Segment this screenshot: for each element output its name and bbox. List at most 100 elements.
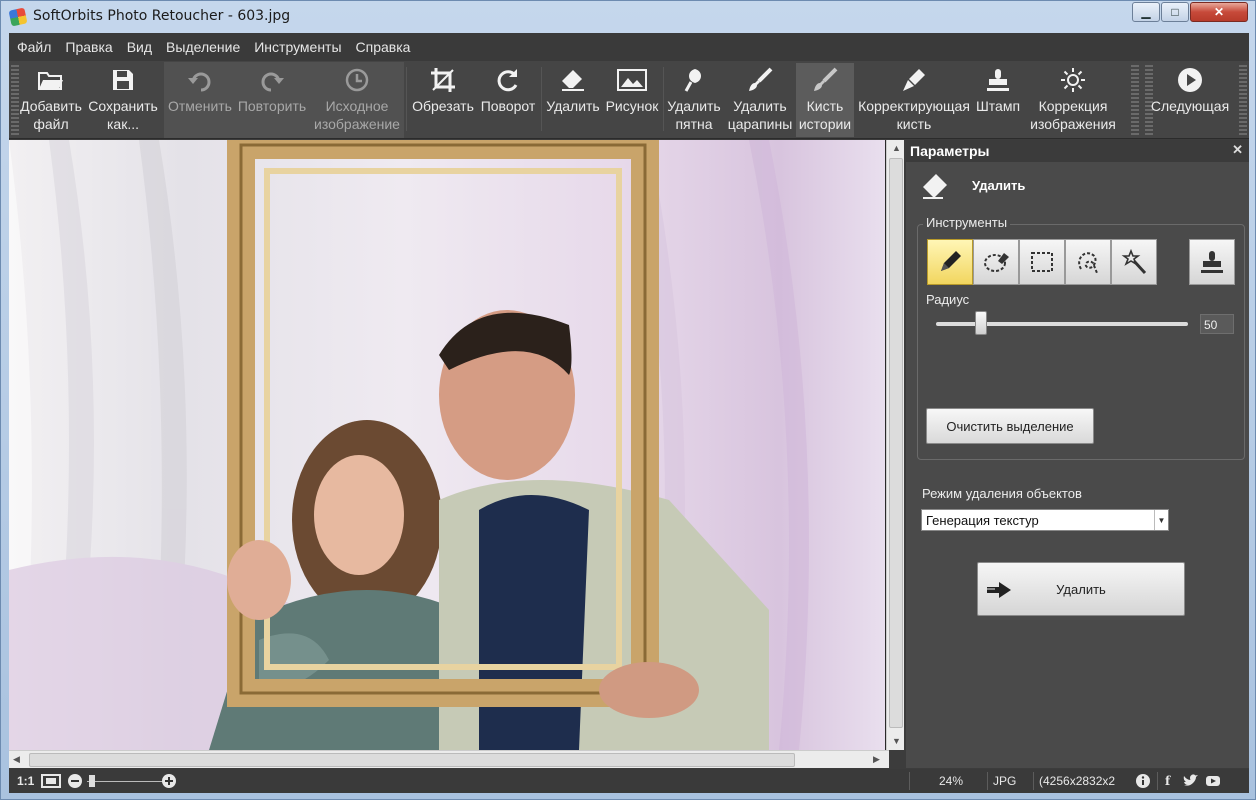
menu-file[interactable]: Файл — [17, 39, 51, 55]
menu-bar: Файл Правка Вид Выделение Инструменты Сп… — [9, 33, 1249, 61]
lasso-icon — [1078, 252, 1098, 274]
radius-slider-track[interactable] — [936, 322, 1188, 326]
scroll-down-icon[interactable]: ▼ — [892, 736, 901, 746]
zoom-level: 24% — [939, 774, 964, 788]
toolbar-grip[interactable] — [1131, 65, 1139, 135]
fit-screen-icon[interactable] — [41, 773, 61, 789]
original-label-1: Исходное — [325, 98, 389, 114]
picture-icon — [617, 63, 647, 97]
correcting-brush-button[interactable]: Корректирующая кисть — [856, 63, 972, 137]
toolbar-separator — [541, 67, 542, 131]
stamp-label: Штамп — [975, 98, 1021, 114]
zoom-in-icon[interactable] — [161, 773, 177, 789]
radius-slider-thumb[interactable] — [975, 311, 988, 335]
rotate-label: Поворот — [480, 98, 536, 114]
close-icon[interactable]: ✕ — [1232, 142, 1243, 158]
minimize-button[interactable]: ▁ — [1132, 2, 1160, 22]
undo-button[interactable]: Отменить — [167, 63, 233, 137]
maximize-button[interactable]: □ — [1161, 2, 1189, 22]
rotate-button[interactable]: Поворот — [478, 63, 538, 137]
menu-selection[interactable]: Выделение — [166, 39, 240, 55]
crop-button[interactable]: Обрезать — [410, 63, 476, 137]
magic-wand-icon — [1121, 249, 1147, 275]
panel-title: Параметры ✕ — [906, 140, 1249, 162]
actual-size-button[interactable]: 1:1 — [17, 774, 34, 788]
client-area: Файл Правка Вид Выделение Инструменты Сп… — [9, 33, 1249, 793]
menu-tools[interactable]: Инструменты — [254, 39, 341, 55]
scroll-up-icon[interactable]: ▲ — [892, 143, 901, 153]
rect-select-tool-button[interactable] — [1019, 239, 1065, 285]
delete-tool-label: Удалить — [546, 98, 600, 114]
zoom-out-icon[interactable] — [67, 773, 83, 789]
original-label-2: изображение — [314, 116, 400, 132]
remove-scratches-label-2: царапины — [727, 116, 793, 132]
stamp-tool-button[interactable] — [1189, 239, 1235, 285]
history-brush-icon — [812, 63, 838, 97]
save-as-label-2: как... — [106, 116, 139, 132]
undo-label: Отменить — [168, 98, 232, 114]
lasso-tool-button[interactable] — [1065, 239, 1111, 285]
delete-button-label: Удалить — [1056, 582, 1106, 597]
history-clock-icon — [344, 63, 370, 97]
lasso-eraser-tool-button[interactable] — [973, 239, 1019, 285]
photo-image[interactable] — [9, 140, 885, 750]
removal-mode-select[interactable]: Генерация текстур ▼ — [921, 509, 1169, 531]
horizontal-scroll-thumb[interactable] — [29, 753, 795, 767]
status-separator — [1157, 772, 1158, 790]
clear-selection-button[interactable]: Очистить выделение — [926, 408, 1094, 444]
tools-group-label: Инструменты — [923, 215, 1011, 230]
stamp-button[interactable]: Штамп — [973, 63, 1023, 137]
twitter-icon[interactable] — [1183, 774, 1199, 788]
add-file-label-1: Добавить — [20, 98, 82, 114]
delete-button[interactable]: Удалить — [977, 562, 1185, 616]
radius-value-field[interactable]: 50 — [1200, 314, 1234, 334]
scroll-left-icon[interactable]: ◀ — [13, 754, 20, 765]
vertical-scrollbar[interactable]: ▲ ▼ — [886, 140, 904, 750]
remove-spots-label-1: Удалить — [667, 98, 721, 114]
parameters-panel: Параметры ✕ Удалить Инструменты Радиус 5… — [906, 140, 1249, 768]
floppy-disk-icon — [111, 63, 135, 97]
delete-tool-button[interactable]: Удалить — [544, 63, 602, 137]
image-dimensions: (4256x2832x2 — [1039, 774, 1116, 788]
save-as-button[interactable]: Сохранить как... — [87, 63, 159, 137]
close-window-button[interactable]: ✕ — [1190, 2, 1248, 22]
horizontal-scrollbar[interactable]: ◀ ▶ — [9, 750, 889, 768]
image-correction-button[interactable]: Коррекция изображения — [1025, 63, 1121, 137]
app-window: SoftOrbits Photo Retoucher - 603.jpg ▁ □… — [0, 0, 1256, 800]
remove-scratches-button[interactable]: Удалить царапины — [725, 63, 795, 137]
vertical-scroll-thumb[interactable] — [889, 158, 903, 728]
image-canvas[interactable] — [9, 140, 889, 750]
magic-wand-tool-button[interactable] — [1111, 239, 1157, 285]
info-icon[interactable] — [1135, 773, 1151, 789]
lasso-eraser-icon — [984, 253, 1009, 272]
toolbar-grip[interactable] — [1239, 65, 1247, 135]
youtube-icon[interactable] — [1205, 773, 1221, 789]
history-brush-button[interactable]: Кисть истории — [796, 63, 854, 137]
toolbar-grip[interactable] — [11, 65, 19, 135]
pencil-tool-button[interactable] — [927, 239, 973, 285]
scroll-right-icon[interactable]: ▶ — [873, 754, 880, 765]
status-bar: 1:1 24% JPG (4256x2832x2 f — [9, 769, 1249, 793]
history-brush-label-1: Кисть — [806, 98, 844, 114]
add-file-button[interactable]: Добавить файл — [19, 63, 83, 137]
menu-view[interactable]: Вид — [127, 39, 152, 55]
zoom-slider-thumb[interactable] — [89, 775, 95, 787]
facebook-icon[interactable]: f — [1165, 774, 1170, 788]
zoom-slider-track[interactable] — [87, 781, 165, 782]
status-separator — [909, 772, 910, 790]
menu-help[interactable]: Справка — [356, 39, 411, 55]
current-mode: Удалить — [920, 170, 1236, 204]
title-bar: SoftOrbits Photo Retoucher - 603.jpg ▁ □… — [1, 1, 1255, 33]
rectangle-select-icon — [1031, 252, 1053, 272]
folder-open-icon — [37, 63, 65, 97]
eraser-icon — [923, 174, 947, 199]
menu-edit[interactable]: Правка — [65, 39, 112, 55]
remove-spots-button[interactable]: Удалить пятна — [666, 63, 722, 137]
picture-button[interactable]: Рисунок — [603, 63, 661, 137]
removal-mode-label: Режим удаления объектов — [922, 486, 1082, 501]
next-image-button[interactable]: Следующая — [1151, 63, 1229, 137]
chevron-down-icon[interactable]: ▼ — [1154, 510, 1168, 530]
window-title: SoftOrbits Photo Retoucher - 603.jpg — [33, 8, 291, 24]
original-image-button[interactable]: Исходное изображение — [311, 63, 403, 137]
redo-button[interactable]: Повторить — [237, 63, 307, 137]
